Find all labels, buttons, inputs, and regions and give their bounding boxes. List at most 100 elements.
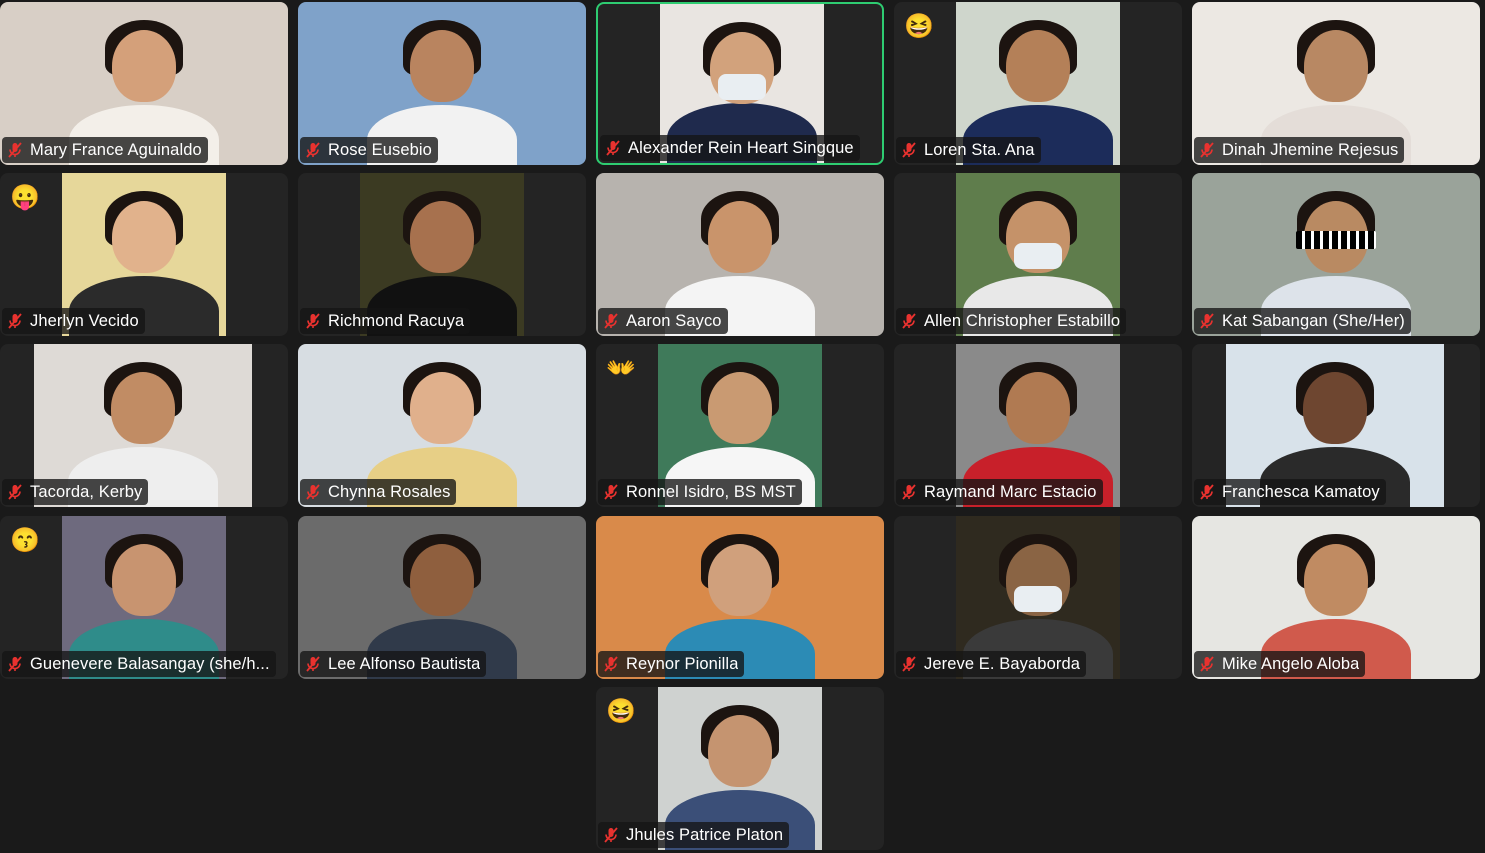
mic-off-icon	[602, 655, 620, 673]
participant-name-bar: Franchesca Kamatoy	[1194, 479, 1386, 505]
participant-face	[410, 30, 474, 102]
participant-tile[interactable]: 😆 Jhules Patrice Platon	[596, 687, 884, 850]
participant-name: Allen Christopher Estabillo	[924, 311, 1121, 330]
mic-off-icon	[6, 483, 24, 501]
participant-tile[interactable]: Mary France Aguinaldo	[0, 2, 288, 165]
participant-tile[interactable]: Alexander Rein Heart Singque	[596, 2, 884, 165]
participant-name-bar: Mary France Aguinaldo	[2, 137, 208, 163]
mic-off-icon	[604, 139, 622, 157]
participant-name: Guenevere Balasangay (she/h...	[30, 654, 270, 673]
participant-name: Rose Eusebio	[328, 140, 432, 159]
participant-face	[1304, 30, 1368, 102]
participant-tile[interactable]: 😛 Jherlyn Vecido	[0, 173, 288, 336]
participant-tile[interactable]: 😆 Loren Sta. Ana	[894, 2, 1182, 165]
participant-name: Mike Angelo Aloba	[1222, 654, 1360, 673]
reaction-emoji-icon: 😆	[606, 698, 636, 725]
mic-off-icon	[900, 655, 918, 673]
participant-name-bar: Allen Christopher Estabillo	[896, 308, 1127, 334]
participant-tile[interactable]: 😙 Guenevere Balasangay (she/h...	[0, 516, 288, 679]
participant-name: Richmond Racuya	[328, 311, 465, 330]
participant-name-bar: Loren Sta. Ana	[896, 137, 1041, 163]
participant-tile[interactable]: Reynor Pionilla	[596, 516, 884, 679]
participant-tile[interactable]: Chynna Rosales	[298, 344, 586, 507]
participant-face	[410, 201, 474, 273]
mic-off-icon	[6, 655, 24, 673]
participant-tile[interactable]: Richmond Racuya	[298, 173, 586, 336]
participant-name-bar: Chynna Rosales	[300, 479, 457, 505]
participant-tile[interactable]: Mike Angelo Aloba	[1192, 516, 1480, 679]
participant-name: Chynna Rosales	[328, 482, 451, 501]
participant-tile[interactable]: Dinah Jhemine Rejesus	[1192, 2, 1480, 165]
mic-off-icon	[1198, 655, 1216, 673]
participant-tile[interactable]: Franchesca Kamatoy	[1192, 344, 1480, 507]
participant-name-bar: Reynor Pionilla	[598, 651, 745, 677]
participant-name: Jhules Patrice Platon	[626, 825, 784, 844]
mic-off-icon	[1198, 312, 1216, 330]
participant-face	[112, 544, 176, 616]
participant-name: Lee Alfonso Bautista	[328, 654, 481, 673]
participant-name-bar: Richmond Racuya	[300, 308, 471, 334]
mic-off-icon	[304, 655, 322, 673]
participant-name-bar: Ronnel Isidro, BS MST	[598, 479, 802, 505]
mic-off-icon	[602, 312, 620, 330]
participant-name: Jereve E. Bayaborda	[924, 654, 1080, 673]
mic-off-icon	[900, 312, 918, 330]
mic-off-icon	[304, 483, 322, 501]
participant-name-bar: Aaron Sayco	[598, 308, 728, 334]
participant-tile[interactable]: Jereve E. Bayaborda	[894, 516, 1182, 679]
mic-off-icon	[6, 312, 24, 330]
participant-name-bar: Jhules Patrice Platon	[598, 822, 790, 848]
mic-off-icon	[6, 141, 24, 159]
participant-name: Mary France Aguinaldo	[30, 140, 202, 159]
participant-name: Tacorda, Kerby	[30, 482, 143, 501]
face-mask	[718, 74, 766, 100]
participant-tile[interactable]: Allen Christopher Estabillo	[894, 173, 1182, 336]
participant-face	[410, 372, 474, 444]
mic-off-icon	[602, 483, 620, 501]
mic-off-icon	[900, 141, 918, 159]
participant-name-bar: Lee Alfonso Bautista	[300, 651, 487, 677]
participant-face	[112, 201, 176, 273]
participant-face	[1303, 372, 1367, 444]
participant-name-bar: Jereve E. Bayaborda	[896, 651, 1086, 677]
participant-tile[interactable]: Rose Eusebio	[298, 2, 586, 165]
participant-face	[708, 372, 772, 444]
participant-name-bar: Tacorda, Kerby	[2, 479, 149, 505]
participant-name-bar: Rose Eusebio	[300, 137, 438, 163]
participant-name-bar: Dinah Jhemine Rejesus	[1194, 137, 1405, 163]
participant-name: Aaron Sayco	[626, 311, 722, 330]
participant-name: Franchesca Kamatoy	[1222, 482, 1380, 501]
face-mask	[1014, 243, 1062, 269]
participant-face	[1006, 372, 1070, 444]
reaction-emoji-icon: 😙	[10, 527, 40, 554]
participant-face	[1006, 30, 1070, 102]
participant-name: Reynor Pionilla	[626, 654, 739, 673]
mic-off-icon	[1198, 141, 1216, 159]
participant-name-bar: Raymand Marc Estacio	[896, 479, 1103, 505]
participant-tile[interactable]: Tacorda, Kerby	[0, 344, 288, 507]
participant-face	[112, 30, 176, 102]
mic-off-icon	[900, 483, 918, 501]
participant-tile[interactable]: 👐 Ronnel Isidro, BS MST	[596, 344, 884, 507]
participant-name-bar: Kat Sabangan (She/Her)	[1194, 308, 1411, 334]
participant-tile[interactable]: Kat Sabangan (She/Her)	[1192, 173, 1480, 336]
participant-name-bar: Alexander Rein Heart Singque	[600, 135, 860, 161]
participant-name: Jherlyn Vecido	[30, 311, 139, 330]
pixel-sunglasses	[1296, 231, 1376, 249]
participant-tile[interactable]: Lee Alfonso Bautista	[298, 516, 586, 679]
mic-off-icon	[304, 141, 322, 159]
participant-face	[708, 544, 772, 616]
reaction-emoji-icon: 😆	[904, 13, 934, 40]
participant-name: Ronnel Isidro, BS MST	[626, 482, 796, 501]
participant-face	[1304, 544, 1368, 616]
participant-name-bar: Jherlyn Vecido	[2, 308, 145, 334]
mic-off-icon	[304, 312, 322, 330]
reaction-emoji-icon: 👐	[606, 355, 636, 382]
participant-tile[interactable]: Raymand Marc Estacio	[894, 344, 1182, 507]
participant-name-bar: Mike Angelo Aloba	[1194, 651, 1366, 677]
face-mask	[1014, 586, 1062, 612]
participant-tile[interactable]: Aaron Sayco	[596, 173, 884, 336]
participant-name-bar: Guenevere Balasangay (she/h...	[2, 651, 276, 677]
participant-name: Raymand Marc Estacio	[924, 482, 1097, 501]
participant-face	[410, 544, 474, 616]
